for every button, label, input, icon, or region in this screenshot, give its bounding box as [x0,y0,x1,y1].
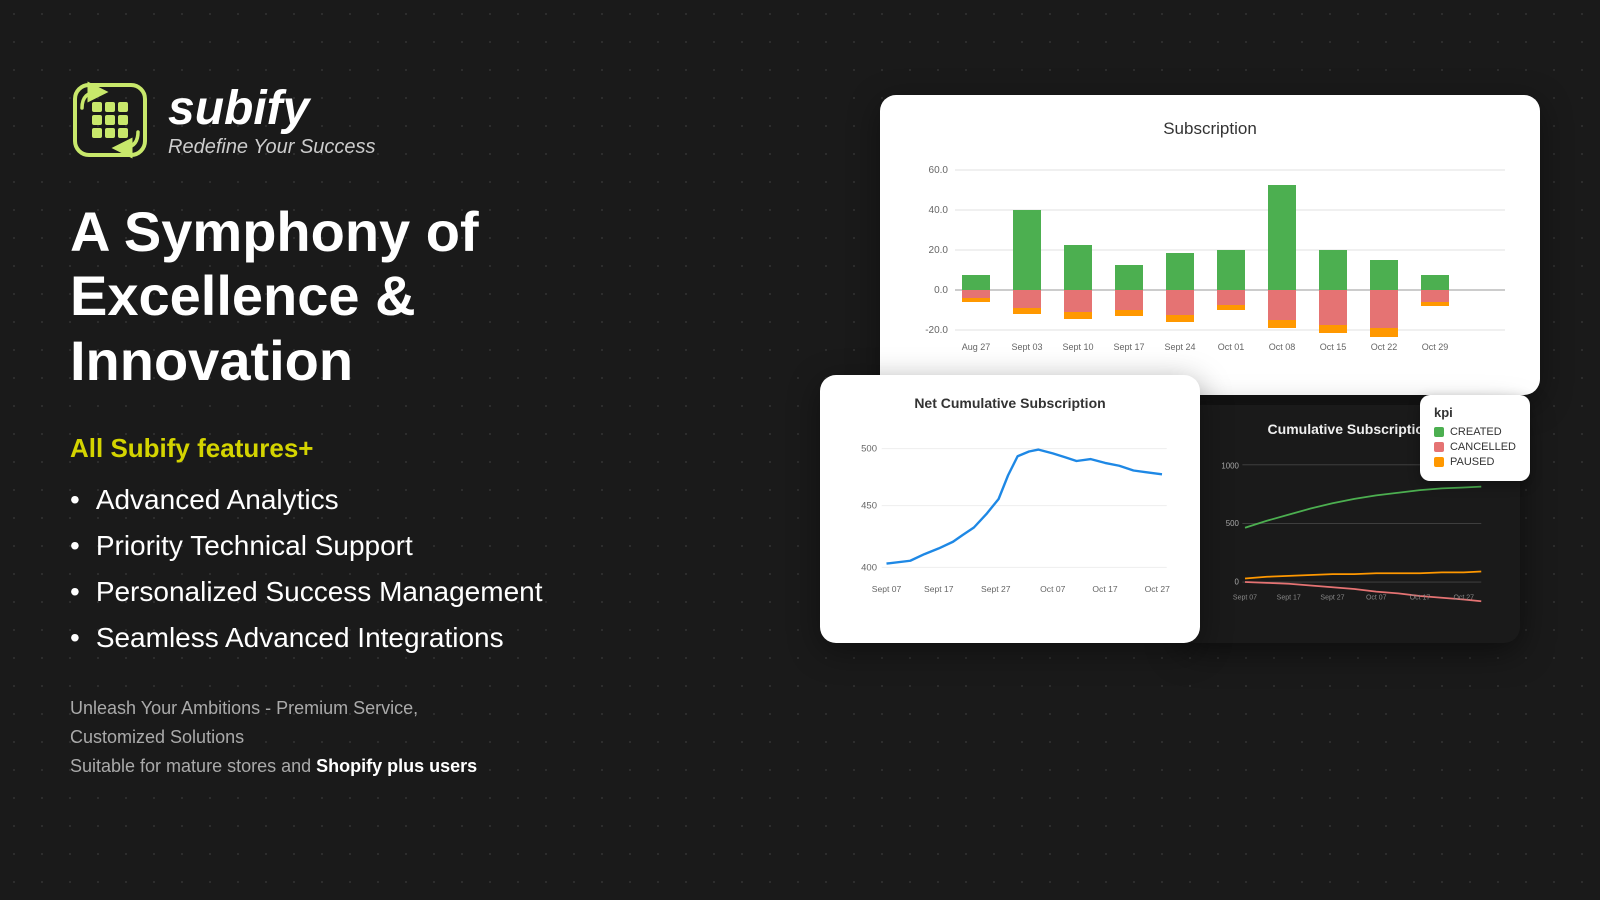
svg-text:Oct 27: Oct 27 [1453,595,1474,602]
svg-text:20.0: 20.0 [929,245,949,256]
logo-text-area: subify Redefine Your Success [168,81,376,159]
kpi-legend-title: kpi [1434,405,1516,420]
kpi-legend-card: kpi CREATED CANCELLED PAUSED [1420,395,1530,481]
svg-text:500: 500 [1226,519,1240,528]
cancelled-dot [1434,442,1444,452]
legend-label-cancelled: CANCELLED [1450,441,1516,453]
legend-item-paused: PAUSED [1434,456,1516,468]
svg-text:Sept 03: Sept 03 [1011,342,1042,352]
feature-item-4: Seamless Advanced Integrations [70,622,690,654]
svg-text:400: 400 [861,562,877,573]
svg-text:60.0: 60.0 [929,165,949,176]
svg-text:Oct 01: Oct 01 [1218,342,1245,352]
svg-text:40.0: 40.0 [929,205,949,216]
svg-text:Sept 17: Sept 17 [1277,595,1301,602]
footer-text: Unleash Your Ambitions - Premium Service… [70,694,690,780]
legend-label-paused: PAUSED [1450,456,1494,468]
features-list: Advanced Analytics Priority Technical Su… [70,484,690,654]
svg-text:Oct 27: Oct 27 [1145,584,1170,594]
footer-line1: Unleash Your Ambitions - Premium Service… [70,698,418,718]
legend-item-created: CREATED [1434,426,1516,438]
svg-text:Oct 29: Oct 29 [1422,342,1449,352]
svg-text:Oct 07: Oct 07 [1040,584,1065,594]
net-cumulative-title: Net Cumulative Subscription [842,395,1178,411]
logo-title: subify [168,81,376,136]
feature-item-3: Personalized Success Management [70,576,690,608]
svg-text:Sept 17: Sept 17 [924,584,954,594]
bar-chart-svg: 60.0 40.0 20.0 0.0 -20.0 Aug 27 [908,155,1512,375]
footer-line2: Customized Solutions [70,727,244,747]
legend-item-cancelled: CANCELLED [1434,441,1516,453]
svg-text:Aug 27: Aug 27 [962,342,991,352]
svg-text:0: 0 [1235,578,1240,587]
features-label: All Subify features+ [70,433,690,464]
svg-text:Sept 07: Sept 07 [1233,595,1257,602]
svg-text:Sept 24: Sept 24 [1164,342,1195,352]
main-chart-title: Subscription [908,119,1512,139]
svg-text:Oct 08: Oct 08 [1269,342,1296,352]
left-panel: subify Redefine Your Success A Symphony … [70,80,690,781]
svg-text:450: 450 [861,501,877,512]
main-chart-card: Subscription 60.0 40.0 20.0 0.0 -20.0 [880,95,1540,395]
logo-area: subify Redefine Your Success [70,80,690,160]
headline-line1: A Symphony of [70,200,479,263]
created-dot [1434,427,1444,437]
svg-text:-20.0: -20.0 [925,325,948,336]
logo-subtitle: Redefine Your Success [168,136,376,159]
subify-logo-icon [70,80,150,160]
svg-text:Oct 07: Oct 07 [1366,595,1387,602]
svg-text:Sept 27: Sept 27 [981,584,1011,594]
footer-highlight: Shopify plus users [316,756,477,776]
legend-label-created: CREATED [1450,426,1502,438]
svg-text:Sept 10: Sept 10 [1062,342,1093,352]
net-cumulative-card: Net Cumulative Subscription 500 450 400 … [820,375,1200,643]
svg-text:0.0: 0.0 [934,285,948,296]
svg-text:Oct 17: Oct 17 [1092,584,1117,594]
headline-line2: Excellence & Innovation [70,264,416,391]
svg-text:Oct 15: Oct 15 [1320,342,1347,352]
footer-line3: Suitable for mature stores and [70,756,316,776]
svg-text:Oct 17: Oct 17 [1410,595,1431,602]
svg-text:Sept 17: Sept 17 [1113,342,1144,352]
right-panel: Subscription 60.0 40.0 20.0 0.0 -20.0 [820,95,1540,643]
svg-text:1000: 1000 [1221,461,1239,470]
feature-item-2: Priority Technical Support [70,530,690,562]
svg-text:500: 500 [861,444,877,455]
svg-text:Sept 07: Sept 07 [872,584,902,594]
net-cumulative-svg: 500 450 400 Sept 07 Sept 17 Sept 27 Oct … [842,423,1178,613]
bar-chart-container: 60.0 40.0 20.0 0.0 -20.0 Aug 27 [908,155,1512,375]
feature-item-1: Advanced Analytics [70,484,690,516]
svg-text:Sept 27: Sept 27 [1320,595,1344,602]
cumulative-card: kpi CREATED CANCELLED PAUSED Cumulative … [1180,405,1520,643]
headline: A Symphony of Excellence & Innovation [70,200,690,393]
svg-text:Oct 22: Oct 22 [1371,342,1398,352]
bottom-charts-row: Net Cumulative Subscription 500 450 400 … [820,375,1540,643]
paused-dot [1434,457,1444,467]
